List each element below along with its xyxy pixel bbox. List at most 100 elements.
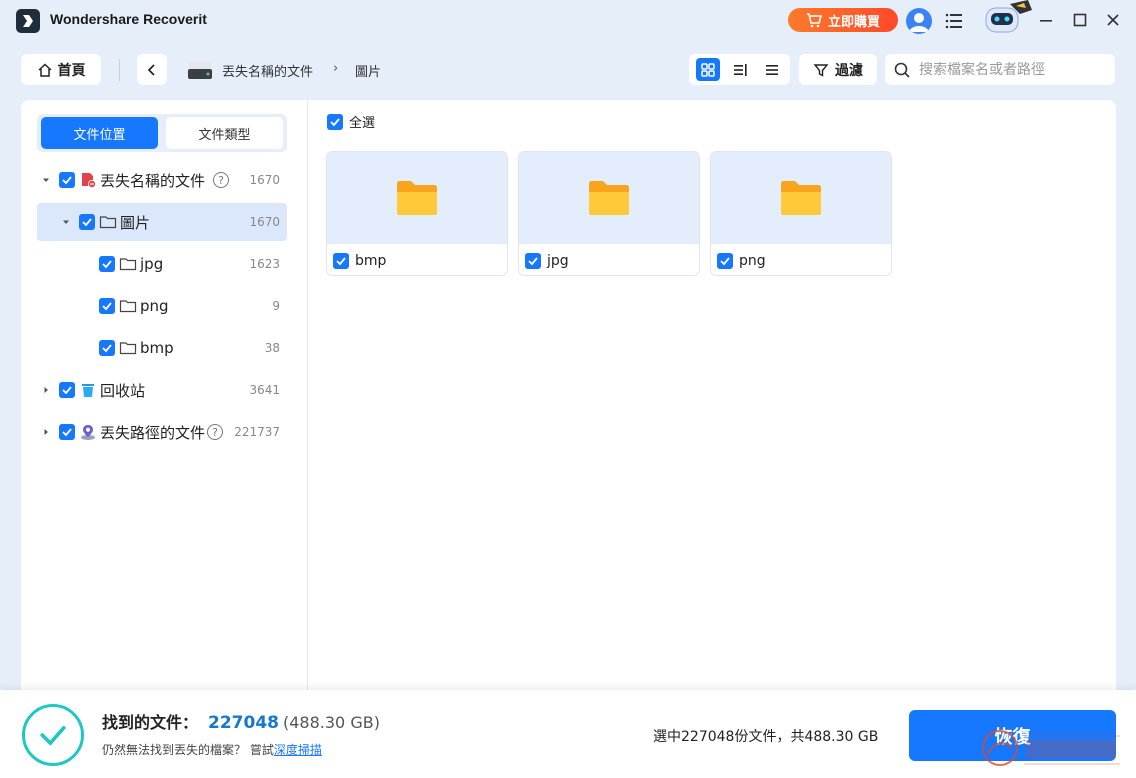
- buy-button[interactable]: 立即購買: [788, 8, 898, 32]
- tree-item-label: 丟失路徑的文件: [100, 423, 206, 442]
- assistant-robot-icon[interactable]: [978, 0, 1034, 36]
- yellow-folder-icon: [397, 181, 437, 215]
- card-footer: png: [711, 244, 891, 275]
- help-icon[interactable]: ?: [213, 172, 230, 188]
- search-box: [885, 54, 1115, 85]
- folder-icon: [99, 213, 117, 231]
- folder-name: bmp: [355, 252, 387, 269]
- search-icon: [894, 62, 910, 78]
- card-footer: bmp: [327, 244, 507, 275]
- view-mode-group: [689, 54, 790, 85]
- caret-right-icon[interactable]: [41, 427, 51, 437]
- help-icon[interactable]: ?: [207, 424, 224, 440]
- deep-scan-hint: 仍然無法找到丟失的檔案？ 嘗試深度掃描: [102, 741, 322, 758]
- deep-scan-link[interactable]: 深度掃描: [274, 743, 322, 757]
- checkbox[interactable]: [717, 252, 733, 269]
- tree-item-count: 1670: [249, 215, 280, 229]
- card-footer: jpg: [519, 244, 699, 275]
- tab-file-location[interactable]: 文件位置: [41, 117, 158, 149]
- scan-complete-check-icon: [22, 704, 84, 766]
- checkbox[interactable]: [99, 298, 115, 314]
- search-input[interactable]: [919, 61, 1109, 78]
- lost-path-icon: [79, 423, 97, 441]
- tree-item-images[interactable]: 圖片 1670: [37, 203, 287, 241]
- checkbox[interactable]: [59, 424, 75, 440]
- select-all-label: 全選: [349, 116, 376, 131]
- home-button[interactable]: 首頁: [21, 54, 101, 85]
- folder-icon: [119, 255, 137, 273]
- folder-card-png[interactable]: png: [710, 151, 892, 276]
- maximize-button[interactable]: [1068, 8, 1092, 32]
- tree-item-count: 9: [272, 299, 280, 313]
- footer-bar: 找到的文件： 227048 (488.30 GB) 仍然無法找到丟失的檔案？ 嘗…: [0, 690, 1136, 778]
- tab-file-type[interactable]: 文件類型: [166, 117, 283, 149]
- caret-down-icon[interactable]: [61, 217, 71, 227]
- main-panel: 文件位置 文件類型 丟失名稱的文件 ? 1670 圖片 1670 jpg 162…: [21, 100, 1116, 700]
- filter-label: 過濾: [835, 62, 863, 79]
- tree-item-count: 38: [264, 341, 280, 355]
- minimize-button[interactable]: [1034, 8, 1058, 32]
- user-avatar-icon[interactable]: [906, 8, 932, 34]
- tree-item-label: jpg: [140, 255, 164, 273]
- found-summary: 找到的文件： 227048 (488.30 GB): [102, 709, 380, 733]
- watermark-logo-icon: [982, 730, 1120, 766]
- tree-item-label: png: [140, 297, 169, 315]
- lost-name-icon: [79, 171, 97, 189]
- selection-summary: 選中227048份文件，共488.30 GB: [653, 729, 879, 745]
- app-logo-icon: [16, 9, 40, 33]
- tree-item-jpg[interactable]: jpg 1623: [37, 245, 287, 283]
- app-title: Wondershare Recoverit: [50, 11, 207, 27]
- checkbox[interactable]: [79, 214, 95, 230]
- folder-thumbnail: [519, 152, 699, 244]
- checkbox[interactable]: [525, 252, 541, 269]
- detail-list-icon: [734, 63, 747, 76]
- folder-card-jpg[interactable]: jpg: [518, 151, 700, 276]
- chevron-left-icon: [147, 63, 155, 76]
- toolbar-divider: [119, 59, 120, 81]
- folder-name: jpg: [547, 252, 569, 269]
- tree-item-label: 圖片: [120, 213, 151, 232]
- close-button[interactable]: [1101, 8, 1125, 32]
- breadcrumb-separator: ›: [333, 61, 339, 76]
- checkbox[interactable]: [59, 172, 75, 188]
- caret-right-icon[interactable]: [41, 385, 51, 395]
- tree-item-png[interactable]: png 9: [37, 287, 287, 325]
- folder-card-bmp[interactable]: bmp: [326, 151, 508, 276]
- detail-view-button[interactable]: [728, 58, 752, 81]
- sidebar: 文件位置 文件類型 丟失名稱的文件 ? 1670 圖片 1670 jpg 162…: [21, 100, 308, 700]
- checkbox[interactable]: [99, 256, 115, 272]
- grid-icon: [701, 62, 715, 77]
- folder-thumbnail: [711, 152, 891, 244]
- folder-icon: [119, 339, 137, 357]
- checkbox[interactable]: [59, 382, 75, 398]
- tree-item-bmp[interactable]: bmp 38: [37, 329, 287, 367]
- recycle-bin-icon: [79, 381, 97, 399]
- back-button[interactable]: [137, 54, 167, 85]
- found-size: (488.30 GB): [283, 713, 380, 732]
- yellow-folder-icon: [781, 181, 821, 215]
- select-all[interactable]: 全選: [327, 112, 375, 131]
- folder-thumbnail: [327, 152, 507, 244]
- home-label: 首頁: [57, 62, 86, 79]
- home-icon: [37, 62, 52, 77]
- tree-item-label: 丟失名稱的文件: [100, 171, 206, 190]
- hint-text: 仍然無法找到丟失的檔案？ 嘗試: [102, 743, 274, 757]
- tree-item-recycle-bin[interactable]: 回收站 3641: [37, 371, 287, 409]
- found-label: 找到的文件：: [102, 713, 199, 732]
- checkbox[interactable]: [99, 340, 115, 356]
- tree-item-count: 3641: [249, 383, 280, 397]
- breadcrumb-item-images[interactable]: 圖片: [355, 61, 381, 80]
- select-all-checkbox[interactable]: [327, 113, 343, 130]
- grid-view-button[interactable]: [696, 58, 720, 81]
- menu-icon[interactable]: [944, 11, 964, 31]
- checkbox[interactable]: [333, 252, 349, 269]
- list-view-button[interactable]: [760, 58, 784, 81]
- cart-icon: [806, 13, 822, 28]
- buy-label: 立即購買: [827, 14, 880, 30]
- tree-item-lost-name[interactable]: 丟失名稱的文件 ? 1670: [37, 161, 287, 199]
- tree-item-lost-path[interactable]: 丟失路徑的文件 ? 221737: [37, 413, 287, 451]
- caret-down-icon[interactable]: [41, 175, 51, 185]
- list-icon: [766, 64, 778, 75]
- filter-button[interactable]: 過濾: [799, 54, 877, 85]
- breadcrumb-item-lost-name[interactable]: 丟失名稱的文件: [222, 61, 313, 80]
